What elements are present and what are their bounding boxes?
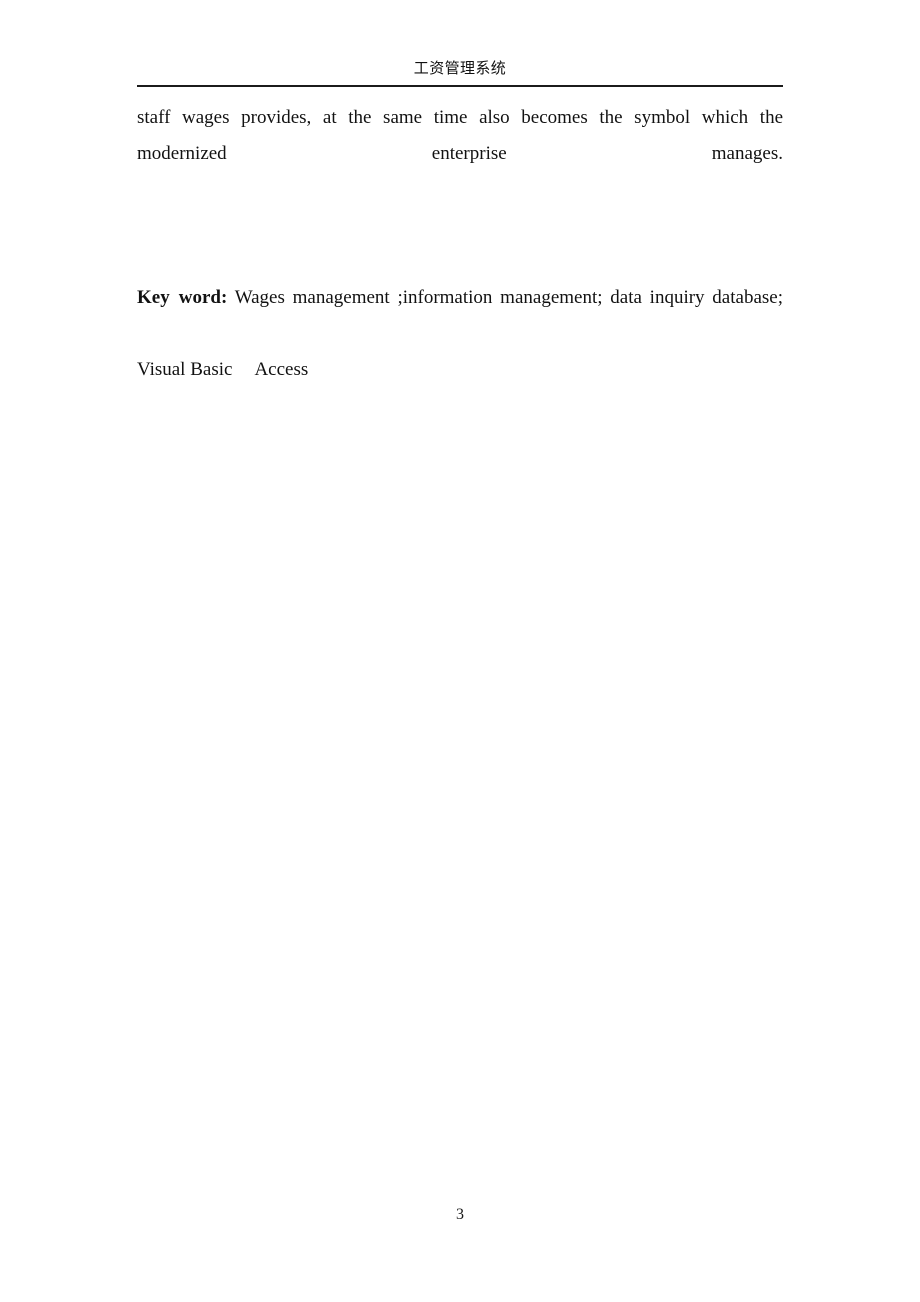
document-page: 工资管理系统 staff wages provides, at the same… bbox=[0, 0, 920, 1302]
page-footer: 3 bbox=[137, 1205, 783, 1225]
abstract-tail-paragraph: staff wages provides, at the same time a… bbox=[137, 107, 783, 164]
keyword-list: Wages management ;information management… bbox=[234, 287, 783, 308]
page-number: 3 bbox=[456, 1206, 464, 1223]
keyword-paragraph: Key word: Wages management ;information m… bbox=[137, 280, 783, 352]
keyword-paragraph-line2: Visual Basic Access bbox=[137, 352, 783, 424]
keyword-label-key: Key bbox=[137, 287, 170, 308]
keyword-label-word: word: bbox=[178, 287, 228, 308]
keyword-visual-basic: Visual Basic bbox=[137, 359, 233, 380]
page-content: staff wages provides, at the same time a… bbox=[137, 100, 783, 424]
running-header-title: 工资管理系统 bbox=[413, 59, 507, 77]
header-rule bbox=[137, 85, 783, 87]
keyword-access: Access bbox=[254, 359, 309, 380]
running-header: 工资管理系统 bbox=[137, 58, 783, 78]
